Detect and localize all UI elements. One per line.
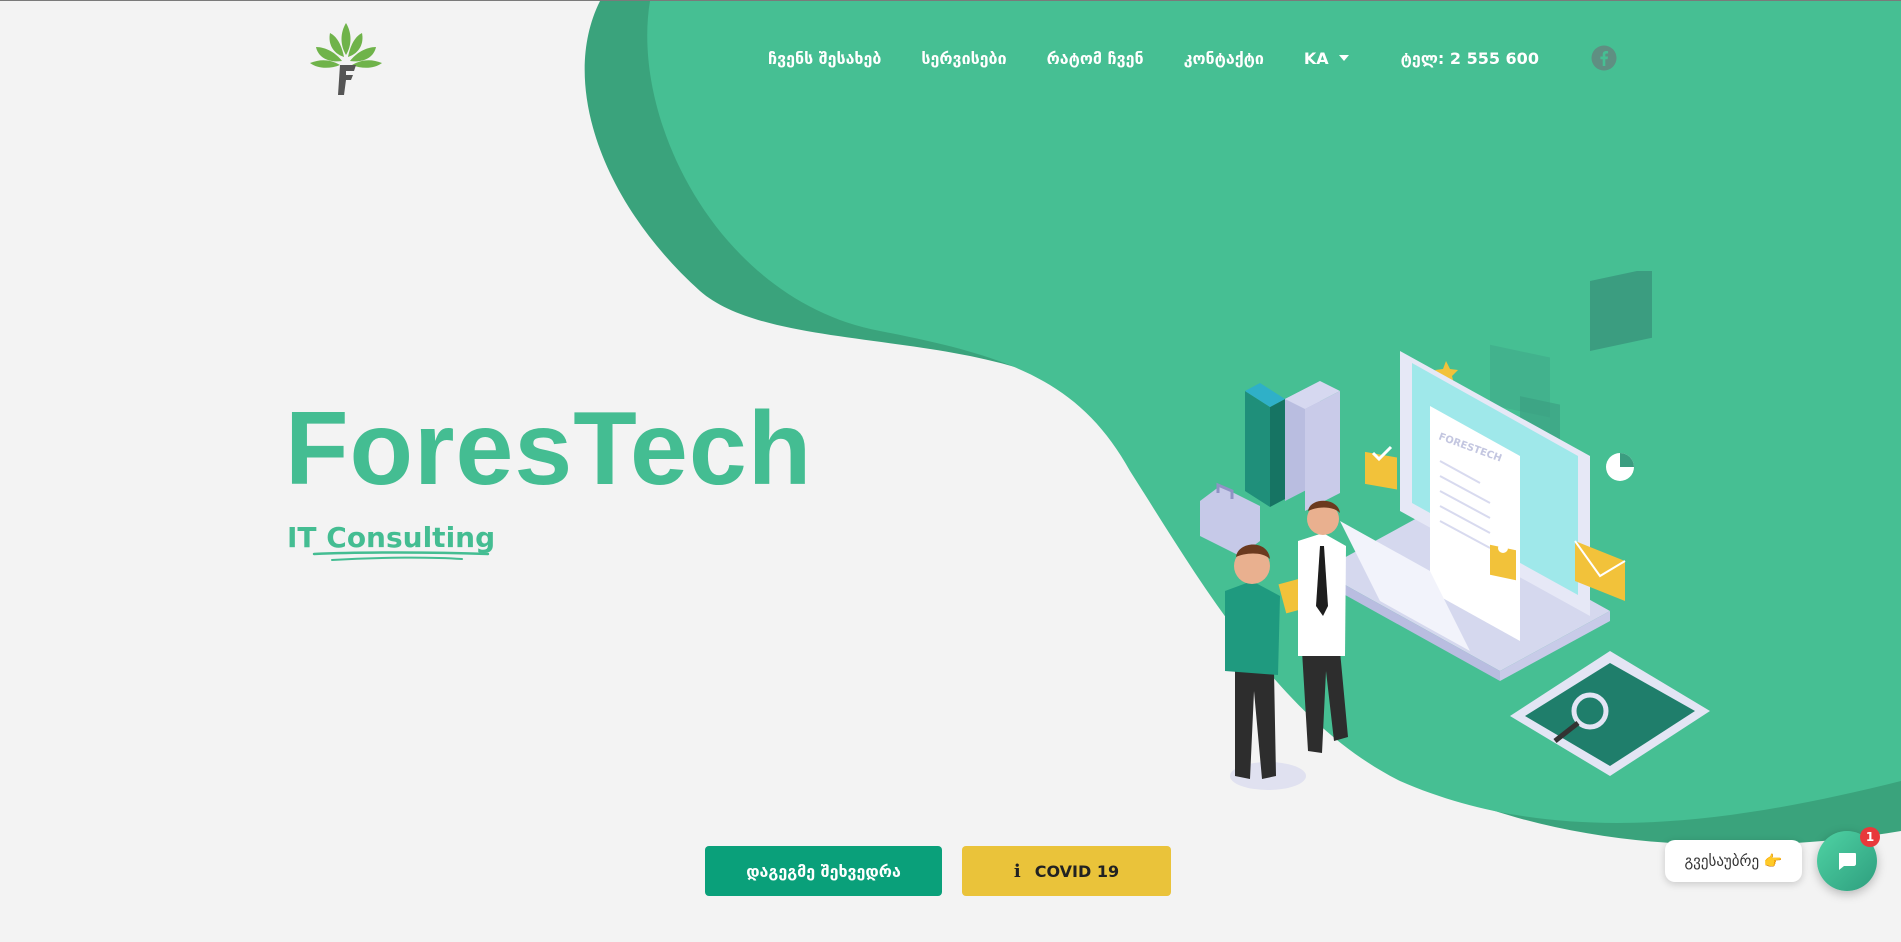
language-label: KA xyxy=(1303,48,1329,68)
nav-item-services[interactable]: სერვისები xyxy=(921,49,1006,68)
subtitle-underline xyxy=(312,551,490,561)
main-nav: ჩვენს შესახებ სერვისები რატომ ჩვენ კონტა… xyxy=(768,45,1617,71)
nav-item-about[interactable]: ჩვენს შესახებ xyxy=(768,49,881,68)
chat-icon xyxy=(1839,853,1856,870)
info-icon: i xyxy=(1013,860,1021,882)
phone-number[interactable]: ტელ: 2 555 600 xyxy=(1401,49,1539,68)
schedule-meeting-button[interactable]: დაგეგმე შეხვედრა xyxy=(705,846,942,896)
forestech-logo[interactable] xyxy=(306,19,386,101)
consulting-illustration: FORESTECH xyxy=(1200,271,1710,790)
notification-badge: 1 xyxy=(1860,827,1880,847)
chat-prompt-bubble[interactable]: გვესაუბრე 👉 xyxy=(1665,840,1802,882)
covid-label: COVID 19 xyxy=(1034,861,1120,881)
nav-item-why-us[interactable]: რატომ ჩვენ xyxy=(1047,49,1144,68)
covid-button[interactable]: i COVID 19 xyxy=(962,846,1171,896)
language-selector[interactable]: KA xyxy=(1304,49,1349,68)
facebook-icon[interactable] xyxy=(1591,45,1617,71)
hero-title: ForesTech xyxy=(285,391,813,507)
chat-prompt-text: გვესაუბრე 👉 xyxy=(1684,852,1783,870)
nav-item-contact[interactable]: კონტაქტი xyxy=(1184,49,1264,68)
chevron-down-icon xyxy=(1338,55,1349,61)
schedule-meeting-label: დაგეგმე შეხვედრა xyxy=(746,861,901,881)
